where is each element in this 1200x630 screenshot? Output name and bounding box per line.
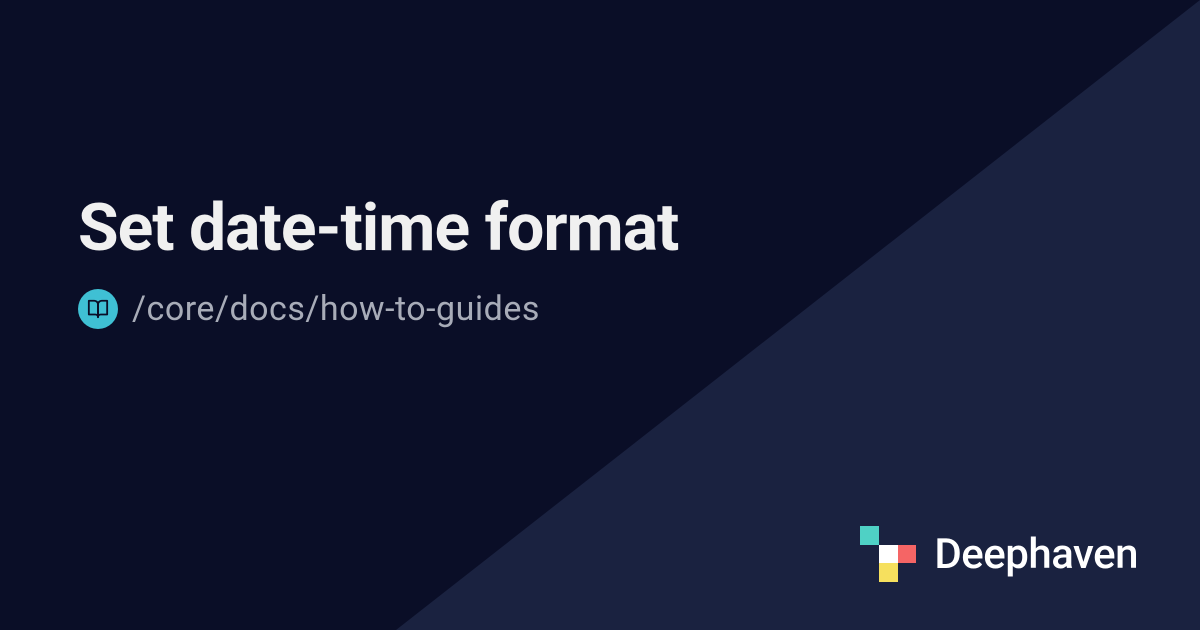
logo-square-yellow xyxy=(879,563,898,582)
logo-square-teal xyxy=(860,526,879,545)
page-title: Set date-time format xyxy=(78,190,678,267)
breadcrumb-path: /core/docs/how-to-guides xyxy=(132,289,540,329)
logo-square-white xyxy=(879,545,898,564)
logo-square-red xyxy=(898,545,917,564)
main-content: Set date-time format /core/docs/how-to-g… xyxy=(78,190,678,329)
breadcrumb: /core/docs/how-to-guides xyxy=(78,289,678,329)
brand-logo-block: Deephaven xyxy=(860,526,1138,582)
brand-logo-icon xyxy=(860,526,916,582)
book-icon xyxy=(78,289,118,329)
brand-name: Deephaven xyxy=(934,530,1138,579)
